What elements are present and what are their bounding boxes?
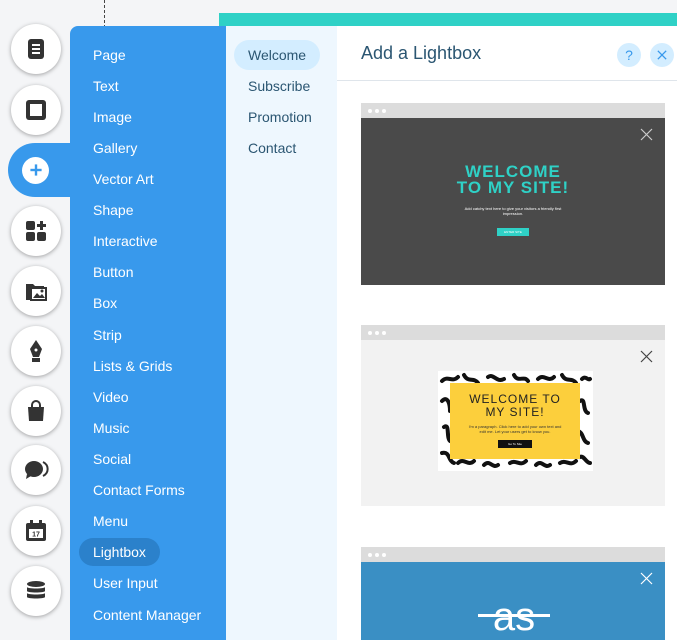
rail-app-market-button[interactable] xyxy=(11,206,61,256)
thumbnail-preview: WELCOME TO MY SITE! Add catchy text here… xyxy=(361,118,665,285)
category-content-manager[interactable]: Content Manager xyxy=(93,603,201,627)
category-vector-art[interactable]: Vector Art xyxy=(93,167,154,191)
category-interactive[interactable]: Interactive xyxy=(93,229,158,253)
bookings-calendar-icon: 17 xyxy=(26,520,46,541)
category-box[interactable]: Box xyxy=(93,291,117,315)
category-button[interactable]: Button xyxy=(93,260,133,284)
lightbox-thumbnail-welcome-dark[interactable]: WELCOME TO MY SITE! Add catchy text here… xyxy=(361,103,665,285)
subcategory-promotion[interactable]: Promotion xyxy=(248,106,312,128)
chat-icon xyxy=(25,461,49,479)
category-music[interactable]: Music xyxy=(93,416,130,440)
rail-database-button[interactable] xyxy=(11,566,61,616)
rail-blog-button[interactable] xyxy=(11,326,61,376)
editor-gridline xyxy=(104,0,105,28)
rail-chat-button[interactable] xyxy=(11,445,61,495)
close-icon xyxy=(640,128,653,141)
close-icon xyxy=(640,572,653,585)
rail-media-button[interactable] xyxy=(11,266,61,316)
thumbnail-preview: as xyxy=(361,562,665,640)
background-icon xyxy=(26,100,46,120)
category-text[interactable]: Text xyxy=(93,74,119,98)
add-elements-categories: Page Text Image Gallery Vector Art Shape… xyxy=(70,26,226,640)
thumbnail-heading: WELCOME TO MY SITE! xyxy=(456,162,570,197)
thumbnail-cta: ENTER SITE xyxy=(497,228,529,236)
thumbnail-cta: Go To Site xyxy=(498,440,532,448)
category-menu[interactable]: Menu xyxy=(93,509,128,533)
rail-background-button[interactable] xyxy=(11,85,61,135)
welcome-card: WELCOME TO MY SITE! I'm a paragraph. Cli… xyxy=(450,383,580,459)
lightbox-thumbnail-logo[interactable]: as xyxy=(361,547,665,640)
window-dots-icon xyxy=(368,553,386,557)
browser-bar xyxy=(361,103,665,118)
svg-text:17: 17 xyxy=(32,532,40,539)
subcategory-welcome[interactable]: Welcome xyxy=(234,40,321,70)
store-bag-icon xyxy=(28,400,44,421)
panel-header: Add a Lightbox ? xyxy=(337,26,677,81)
app-market-icon xyxy=(26,221,46,241)
close-icon xyxy=(640,350,653,363)
rail-bookings-button[interactable]: 17 xyxy=(11,506,61,556)
pages-icon xyxy=(28,39,44,59)
category-contact-forms[interactable]: Contact Forms xyxy=(93,478,185,502)
window-dots-icon xyxy=(368,331,386,335)
page-title: Add a Lightbox xyxy=(361,43,482,63)
category-social[interactable]: Social xyxy=(93,447,131,471)
thumbnail-paragraph: I'm a paragraph. Click here to add your … xyxy=(468,424,562,434)
subcategory-subscribe[interactable]: Subscribe xyxy=(248,75,310,97)
blog-pen-icon xyxy=(30,340,42,362)
close-button[interactable] xyxy=(650,43,674,67)
brand-logo: as xyxy=(478,595,550,636)
browser-bar xyxy=(361,325,665,340)
window-dots-icon xyxy=(368,109,386,113)
thumbnail-heading: WELCOME TO MY SITE! xyxy=(469,392,561,419)
category-shape[interactable]: Shape xyxy=(93,198,133,222)
rail-store-button[interactable] xyxy=(11,386,61,436)
thumbnail-preview: WELCOME TO MY SITE! I'm a paragraph. Cli… xyxy=(361,340,665,506)
lightbox-content-panel: Add a Lightbox ? WELCOME TO MY SITE! Add… xyxy=(337,26,677,640)
category-lightbox[interactable]: Lightbox xyxy=(79,538,160,566)
subcategory-contact[interactable]: Contact xyxy=(248,137,296,159)
lightbox-thumbnail-welcome-pattern[interactable]: WELCOME TO MY SITE! I'm a paragraph. Cli… xyxy=(361,325,665,506)
thumbnail-paragraph: Add catchy text here to give your visito… xyxy=(464,206,562,216)
lightbox-subcategories: Welcome Subscribe Promotion Contact xyxy=(226,26,337,640)
rail-pages-button[interactable] xyxy=(11,24,61,74)
help-icon: ? xyxy=(625,47,633,63)
help-button[interactable]: ? xyxy=(617,43,641,67)
category-lists-grids[interactable]: Lists & Grids xyxy=(93,354,172,378)
category-strip[interactable]: Strip xyxy=(93,323,122,347)
category-image[interactable]: Image xyxy=(93,105,132,129)
database-icon xyxy=(27,581,45,599)
canvas-strip xyxy=(219,13,677,26)
close-icon xyxy=(657,50,667,60)
category-page[interactable]: Page xyxy=(93,43,126,67)
category-user-input[interactable]: User Input xyxy=(93,571,158,595)
category-gallery[interactable]: Gallery xyxy=(93,136,137,160)
add-icon xyxy=(22,156,49,184)
browser-bar xyxy=(361,547,665,562)
category-video[interactable]: Video xyxy=(93,385,129,409)
media-icon xyxy=(26,284,47,301)
rail-add-button[interactable] xyxy=(8,143,78,197)
